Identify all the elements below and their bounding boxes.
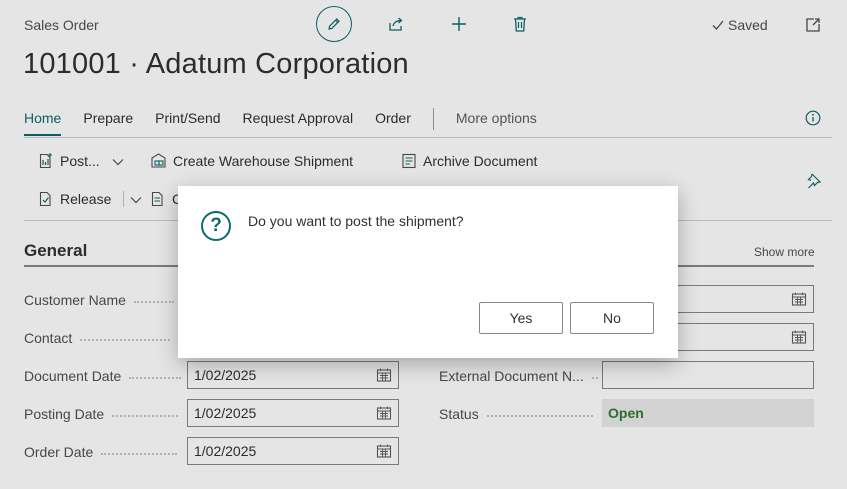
question-circle-icon: ?	[201, 211, 231, 241]
dialog-message: Do you want to post the shipment?	[248, 213, 464, 229]
confirm-dialog: ? Do you want to post the shipment? Yes …	[178, 186, 678, 358]
no-button[interactable]: No	[570, 302, 654, 334]
yes-button[interactable]: Yes	[479, 302, 563, 334]
sales-order-page: Sales Order Saved 101001 · Adatum Corpor…	[0, 0, 847, 489]
